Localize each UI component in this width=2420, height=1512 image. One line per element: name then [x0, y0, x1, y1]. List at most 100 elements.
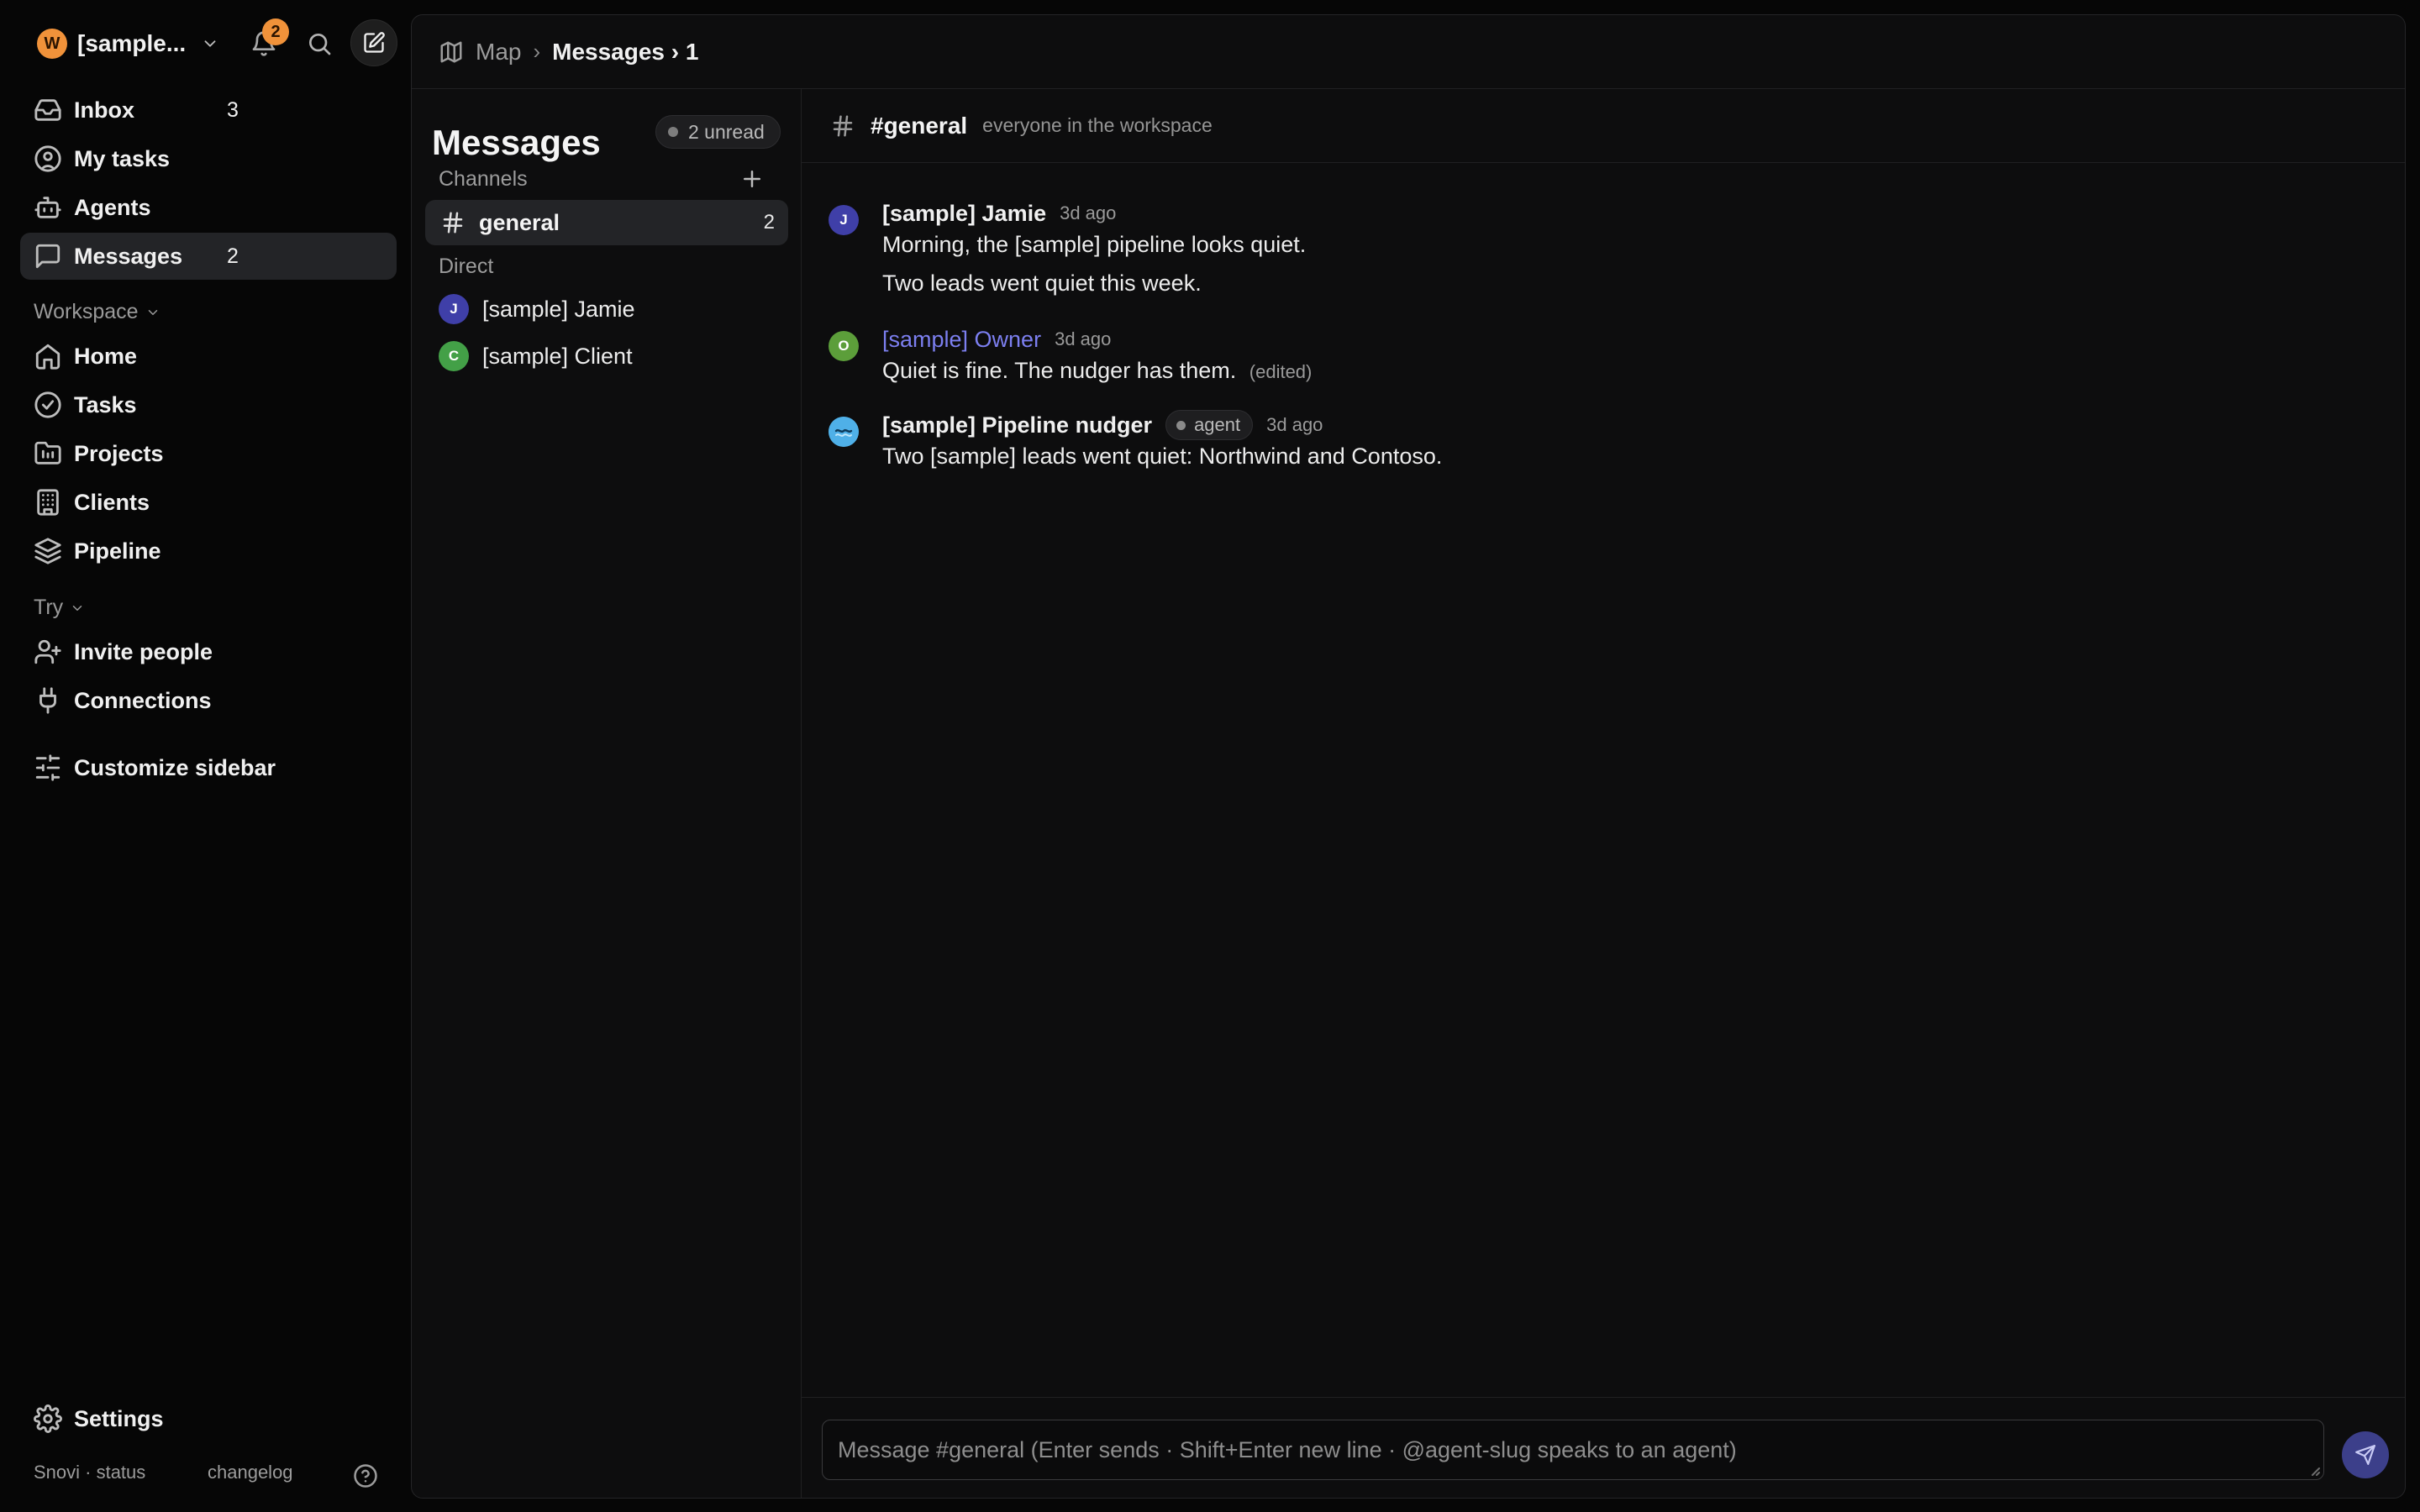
message-timestamp: 3d ago [1055, 328, 1112, 349]
settings-button[interactable]: Settings [20, 1395, 397, 1442]
layers-icon [34, 538, 61, 564]
user-circle-icon [34, 145, 61, 172]
workspace-switcher[interactable]: W [sample... [37, 25, 219, 62]
resize-grip-icon[interactable] [2308, 1464, 2320, 1476]
breadcrumb: Map › Messages › 1 [412, 15, 2405, 89]
sidebar-item-tasks[interactable]: Tasks [20, 381, 397, 428]
unread-label: 2 unread [688, 120, 765, 143]
try-section-toggle[interactable]: Try [34, 596, 85, 620]
sidebar-item-inbox[interactable]: Inbox 3 [20, 87, 397, 134]
channel-name: general [479, 209, 560, 235]
sidebar-item-label: Customize sidebar [74, 754, 276, 780]
workspace-name: [sample... [77, 30, 187, 56]
dm-item-client[interactable]: C [sample] Client [425, 334, 788, 378]
message-item: [sample] Pipeline nudger agent 3d ago Tw… [829, 410, 2371, 477]
unread-badge: 2 unread [655, 115, 781, 149]
message-text: Two [sample] leads went quiet: Northwind… [882, 444, 1443, 469]
inbox-count: 3 [227, 97, 239, 122]
avatar: O [829, 331, 859, 361]
message-author[interactable]: [sample] Jamie [882, 201, 1046, 227]
robot-icon [34, 197, 61, 218]
building-icon [37, 489, 59, 516]
breadcrumb-map-link[interactable]: Map [476, 39, 521, 66]
message-text: Two leads went quiet this week. [882, 270, 1202, 296]
conversation-list: Messages 2 unread Channels general 2 Dir… [412, 89, 802, 1498]
send-icon [2355, 1445, 2375, 1465]
sidebar-item-label: Projects [74, 440, 164, 466]
sidebar-item-messages[interactable]: Messages 2 [20, 233, 397, 280]
sidebar-item-label: Home [74, 343, 138, 369]
sidebar-item-label: Inbox [74, 97, 134, 123]
sidebar: W [sample... 2 Inbox 3 My tasks Agents M… [0, 0, 412, 1512]
avatar: J [439, 294, 469, 324]
message-timestamp: 3d ago [1060, 202, 1117, 223]
main-frame: Map › Messages › 1 Messages 2 unread Cha… [411, 14, 2406, 1499]
status-link[interactable]: Snovi · status [34, 1462, 145, 1483]
inbox-icon [34, 99, 61, 121]
section-title: Workspace [34, 300, 139, 323]
message-author[interactable]: [sample] Pipeline nudger [882, 412, 1152, 438]
sidebar-item-connections[interactable]: Connections [20, 677, 397, 724]
hash-icon [833, 115, 853, 136]
breadcrumb-current: Messages › 1 [552, 38, 699, 65]
chevron-down-icon [148, 309, 157, 315]
sidebar-item-label: Invite people [74, 638, 213, 664]
send-button[interactable] [2342, 1431, 2389, 1478]
wave-icon [829, 417, 859, 447]
channel-description: everyone in the workspace [982, 114, 1213, 136]
edited-label: (edited) [1249, 361, 1313, 382]
message-input-placeholder: Message #general (Enter sends · Shift+En… [838, 1436, 1737, 1462]
compose-button[interactable] [350, 19, 397, 66]
search-icon[interactable] [306, 30, 333, 57]
sidebar-item-label: Agents [74, 194, 151, 220]
message-icon [35, 244, 60, 269]
message-item: O [sample] Owner 3d ago Quiet is fine. T… [829, 324, 2371, 391]
sidebar-item-invite-people[interactable]: Invite people [20, 628, 397, 675]
agent-badge-label: agent [1194, 414, 1241, 435]
customize-sidebar-button[interactable]: Customize sidebar [20, 744, 397, 791]
message-text: Quiet is fine. The nudger has them. [882, 358, 1237, 383]
plus-icon[interactable] [739, 166, 765, 192]
sidebar-item-label: Connections [74, 687, 212, 713]
message-author[interactable]: [sample] Owner [882, 327, 1041, 353]
sidebar-item-clients[interactable]: Clients [20, 479, 397, 526]
dm-name: [sample] Jamie [482, 296, 635, 322]
chevron-down-icon [204, 40, 216, 47]
check-circle-icon [34, 391, 61, 418]
sidebar-item-my-tasks[interactable]: My tasks [20, 135, 397, 182]
channel-title: #general [871, 112, 968, 139]
section-title: Try [34, 596, 64, 619]
map-icon [440, 41, 462, 62]
channel-item-general[interactable]: general 2 [425, 200, 788, 245]
sidebar-item-label: Messages [74, 243, 183, 269]
breadcrumb-separator: › [533, 39, 541, 64]
avatar: J [829, 205, 859, 235]
sidebar-item-label: Clients [74, 489, 150, 515]
workspace-section-toggle[interactable]: Workspace [34, 300, 160, 324]
messages-count: 2 [227, 244, 239, 268]
compose-icon [364, 32, 385, 53]
dm-item-jamie[interactable]: J [sample] Jamie [425, 287, 788, 331]
sidebar-item-agents[interactable]: Agents [20, 184, 397, 231]
sidebar-item-home[interactable]: Home [20, 333, 397, 380]
sidebar-item-projects[interactable]: Projects [20, 430, 397, 477]
sidebar-item-pipeline[interactable]: Pipeline [20, 528, 397, 575]
agent-dot [1176, 420, 1186, 430]
unread-dot [668, 127, 678, 137]
message-timestamp: 3d ago [1266, 414, 1323, 435]
direct-label: Direct [439, 255, 494, 278]
changelog-link[interactable]: changelog [208, 1462, 293, 1483]
agent-avatar [829, 417, 859, 447]
sidebar-item-label: Tasks [74, 391, 137, 417]
folder-icon [34, 441, 61, 465]
channel-header: #general everyone in the workspace [802, 89, 2405, 163]
home-icon [35, 344, 60, 370]
message-input[interactable]: Message #general (Enter sends · Shift+En… [822, 1420, 2324, 1480]
help-icon[interactable] [353, 1463, 378, 1488]
conversation-pane: #general everyone in the workspace J [sa… [802, 89, 2405, 1498]
avatar: C [439, 341, 469, 371]
plug-icon [39, 687, 56, 714]
sidebar-item-label: My tasks [74, 145, 171, 171]
message-text: Morning, the [sample] pipeline looks qui… [882, 232, 1307, 257]
message-item: J [sample] Jamie 3d ago Morning, the [sa… [829, 198, 2371, 299]
